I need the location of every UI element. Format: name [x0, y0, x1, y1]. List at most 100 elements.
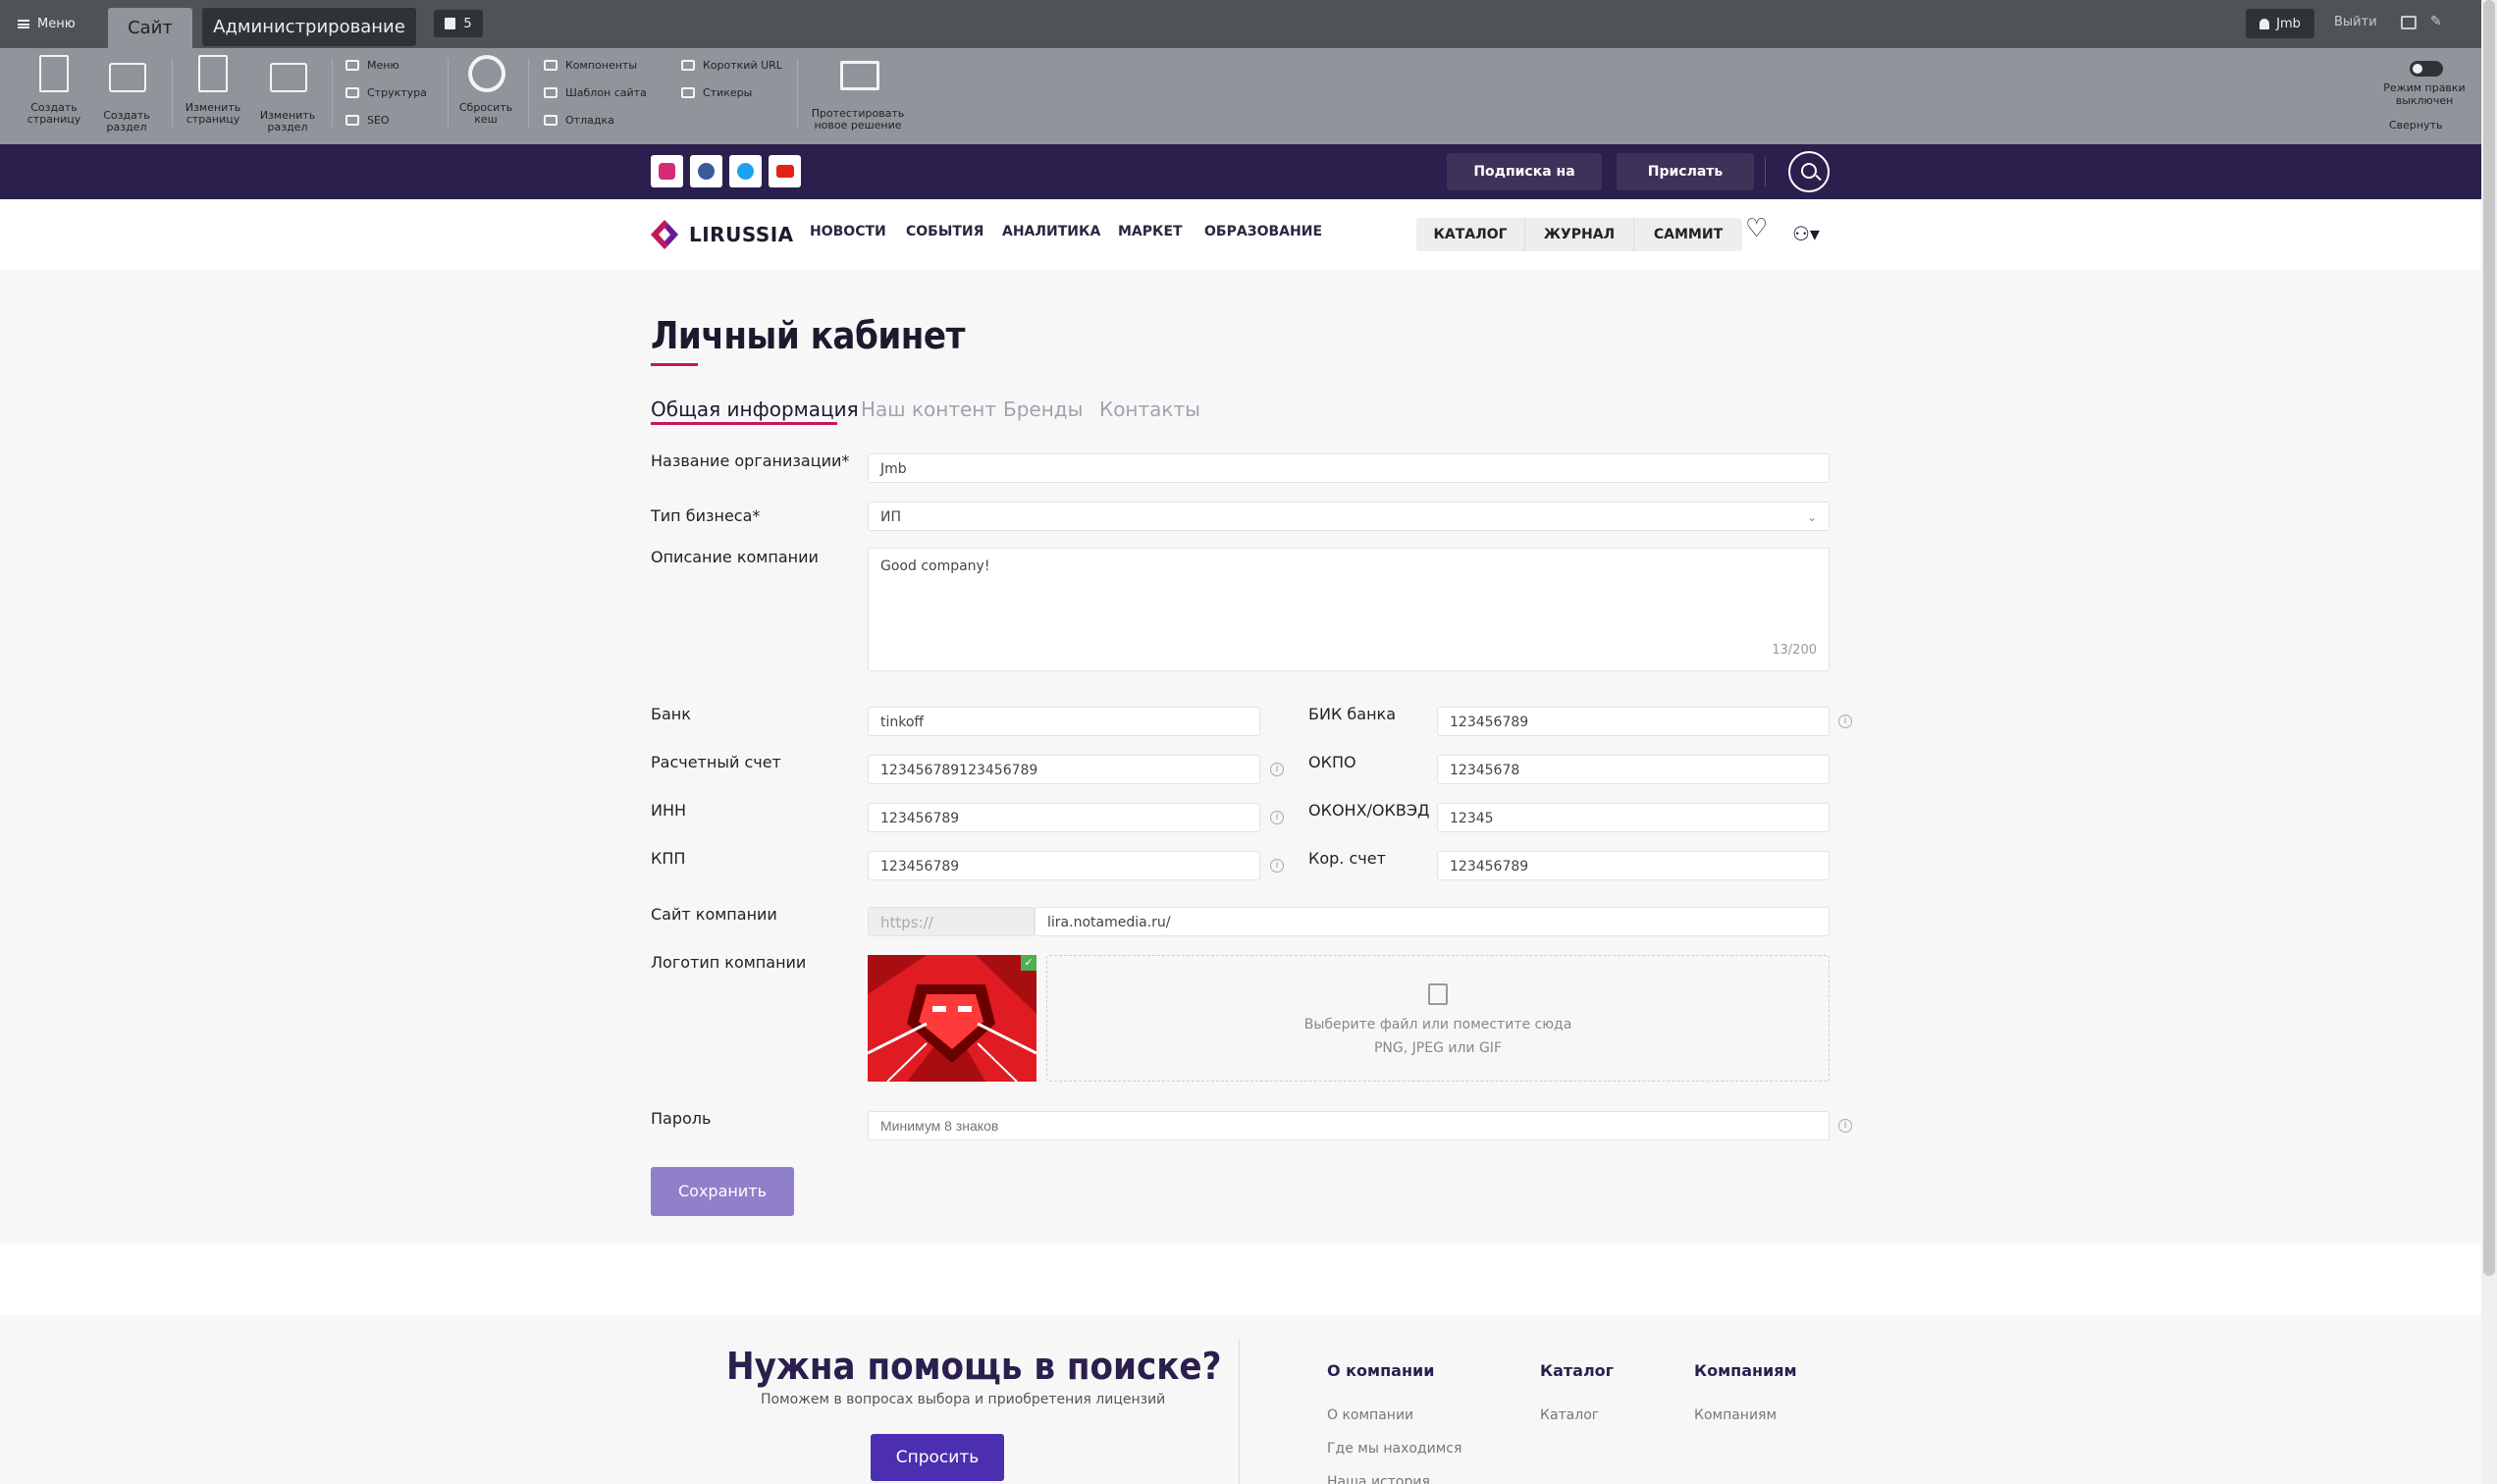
inn-input[interactable]: 123456789 — [868, 803, 1260, 832]
toolbar-structure-item[interactable]: Структура — [345, 86, 427, 99]
footer-col-about-title: О компании — [1327, 1361, 1435, 1380]
toolbar-template-item[interactable]: Шаблон сайта — [544, 86, 647, 99]
description-textarea[interactable]: Good company! 13/200 — [868, 548, 1830, 671]
password-input[interactable] — [868, 1111, 1830, 1140]
send-news-button[interactable]: Прислать новость — [1617, 153, 1754, 217]
admin-menu-label: Меню — [37, 16, 76, 31]
tab-administration[interactable]: Администрирование — [202, 8, 416, 46]
search-icon[interactable] — [1788, 151, 1830, 192]
reset-cache-button[interactable]: Сбросить кеш — [453, 55, 518, 126]
inn-label: ИНН — [651, 801, 687, 820]
help-title: Нужна помощь в поиске? — [726, 1345, 1222, 1388]
segment-catalog[interactable]: КАТАЛОГ — [1416, 218, 1525, 251]
nav-link-analytics[interactable]: АНАЛИТИКА — [1002, 224, 1100, 239]
toolbar-template-label: Шаблон сайта — [565, 86, 647, 99]
account-input[interactable]: 123456789123456789 — [868, 755, 1260, 784]
notifications-button[interactable]: 5 — [434, 10, 483, 37]
chart-icon — [345, 115, 359, 126]
reset-cache-label: Сбросить кеш — [458, 101, 513, 126]
page-title: Личный кабинет — [651, 314, 965, 357]
site-label: Сайт компании — [651, 905, 777, 924]
logo-dropzone[interactable]: Выберите файл или поместите сюда PNG, JP… — [1046, 955, 1830, 1082]
logo-text[interactable]: LIRUSSIA — [689, 223, 794, 246]
tab-general-info[interactable]: Общая информация — [651, 398, 859, 421]
tab-our-content[interactable]: Наш контент — [861, 398, 996, 421]
toolbar-menu-item[interactable]: Меню — [345, 59, 399, 72]
org-name-input[interactable]: Jmb — [868, 453, 1830, 483]
kpp-input[interactable]: 123456789 — [868, 851, 1260, 880]
toolbar-divider — [528, 59, 529, 128]
edit-mode-toggle[interactable] — [2410, 61, 2443, 77]
bank-label: Банк — [651, 705, 691, 723]
youtube-icon[interactable] — [769, 155, 801, 187]
test-solution-button[interactable]: Протестировать новое решение — [809, 55, 907, 132]
org-name-label: Название организации* — [651, 451, 850, 470]
corr-input[interactable]: 123456789 — [1437, 851, 1830, 880]
refresh-icon — [468, 55, 505, 92]
info-icon[interactable]: i — [1838, 715, 1852, 728]
twitter-icon[interactable] — [729, 155, 762, 187]
toolbar-debug-item[interactable]: Отладка — [544, 114, 614, 127]
toolbar-stickers-item[interactable]: Стикеры — [681, 86, 752, 99]
ask-button[interactable]: Спросить — [871, 1434, 1004, 1481]
logo-icon[interactable] — [651, 220, 682, 249]
info-icon[interactable]: i — [1270, 859, 1284, 873]
toolbar-components-item[interactable]: Компоненты — [544, 59, 637, 72]
business-type-value: ИП — [880, 509, 901, 525]
info-icon[interactable]: i — [1838, 1119, 1852, 1133]
nav-link-market[interactable]: МАРКЕТ — [1118, 224, 1183, 239]
scrollbar-thumb[interactable] — [2483, 0, 2495, 1276]
heart-icon[interactable]: ♡ — [1745, 214, 1768, 243]
footer-link[interactable]: Где мы находимся — [1327, 1441, 1461, 1457]
segment-journal[interactable]: ЖУРНАЛ — [1525, 218, 1634, 251]
toolbar-shorturl-item[interactable]: Короткий URL — [681, 59, 782, 72]
tab-contacts[interactable]: Контакты — [1099, 398, 1200, 421]
footer-link[interactable]: Компаниям — [1694, 1407, 1777, 1423]
info-icon[interactable]: i — [1270, 763, 1284, 776]
okonh-input[interactable]: 12345 — [1437, 803, 1830, 832]
toolbar-debug-label: Отладка — [565, 114, 614, 127]
footer-link[interactable]: Каталог — [1540, 1407, 1599, 1423]
footer-link[interactable]: Наша история — [1327, 1474, 1430, 1484]
nav-link-news[interactable]: НОВОСТИ — [810, 224, 886, 239]
info-icon[interactable]: i — [1270, 811, 1284, 824]
toolbar-shorturl-label: Короткий URL — [703, 59, 782, 72]
site-prefix: https:// — [868, 907, 1035, 936]
image-icon — [1428, 983, 1448, 1005]
notifications-count: 5 — [463, 16, 472, 31]
toolbar-divider — [332, 59, 333, 128]
user-name: Jmb — [2276, 16, 2301, 31]
facebook-icon[interactable] — [690, 155, 722, 187]
admin-menu-button[interactable]: Меню — [18, 12, 76, 35]
pin-icon[interactable]: ✎ — [2430, 14, 2442, 29]
test-solution-label: Протестировать новое решение — [811, 107, 905, 132]
user-button[interactable]: Jmb — [2246, 9, 2314, 38]
nav-link-education[interactable]: ОБРАЗОВАНИЕ — [1204, 224, 1322, 239]
bank-input[interactable]: tinkoff — [868, 707, 1260, 736]
edit-page-button[interactable]: Изменить страницу — [181, 55, 245, 126]
user-menu-icon[interactable]: ⚇▾ — [1792, 222, 1820, 245]
collapse-toolbar-link[interactable]: Свернуть — [2389, 119, 2443, 132]
toolbar-divider — [797, 59, 798, 128]
nav-link-events[interactable]: СОБЫТИЯ — [906, 224, 983, 239]
toolbar-seo-item[interactable]: SEO — [345, 114, 390, 127]
business-type-select[interactable]: ИП ⌄ — [868, 502, 1830, 531]
create-page-button[interactable]: Создать страницу — [22, 55, 86, 126]
instagram-icon[interactable] — [651, 155, 683, 187]
components-icon — [544, 60, 558, 71]
bik-input[interactable]: 123456789 — [1437, 707, 1830, 736]
footer-link[interactable]: О компании — [1327, 1407, 1413, 1423]
business-type-label: Тип бизнеса* — [651, 506, 761, 525]
site-input[interactable]: lira.notamedia.ru/ — [1035, 907, 1830, 936]
create-section-button[interactable]: Создать раздел — [94, 55, 159, 133]
tab-brands[interactable]: Бренды — [1003, 398, 1083, 421]
save-button[interactable]: Сохранить — [651, 1167, 794, 1216]
logout-link[interactable]: Выйти — [2334, 15, 2377, 29]
okpo-input[interactable]: 12345678 — [1437, 755, 1830, 784]
tab-site[interactable]: Сайт — [108, 8, 192, 48]
template-icon — [544, 87, 558, 98]
segment-summit[interactable]: САММИТ — [1634, 218, 1742, 251]
edit-section-button[interactable]: Изменить раздел — [255, 55, 320, 133]
window-icon[interactable] — [2401, 16, 2417, 29]
subscribe-button[interactable]: Подписка на новости — [1447, 153, 1602, 217]
